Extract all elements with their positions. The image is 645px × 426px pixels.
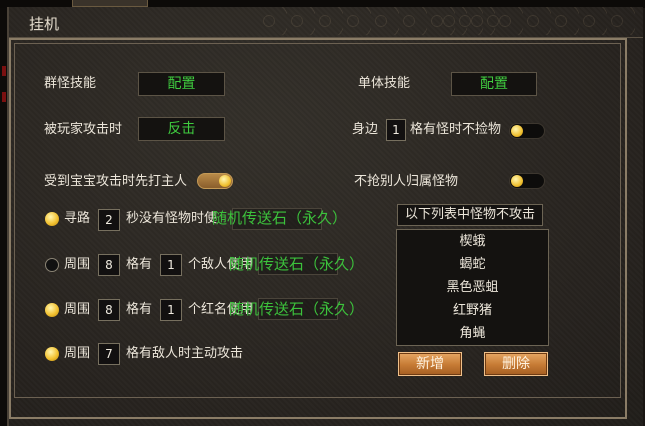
redname-count-input[interactable]: 1 [160, 299, 182, 321]
group-skill-label: 群怪技能 [44, 76, 97, 91]
single-skill-label: 单体技能 [358, 76, 411, 91]
window-title: 挂机 [29, 15, 60, 33]
delete-monster-button[interactable]: 删除 [484, 352, 548, 376]
list-item[interactable]: 角蝇 [397, 326, 548, 342]
list-item[interactable]: 红野猪 [397, 303, 548, 319]
toggle-knob-icon [511, 125, 523, 137]
no-steal-toggle[interactable] [509, 173, 545, 189]
no-pickup-toggle[interactable] [509, 123, 545, 139]
list-item[interactable]: 蝎蛇 [397, 257, 548, 273]
auto-attack-radio[interactable] [45, 347, 59, 361]
auto-attack-prefix: 周围 [64, 346, 91, 361]
enemy-radio[interactable] [45, 258, 59, 272]
redname-item[interactable]: 随机传送石（永久） [229, 300, 364, 318]
auto-attack-text: 格有敌人时主动攻击 [126, 346, 244, 361]
redname-radio[interactable] [45, 303, 59, 317]
no-steal-label: 不抢别人归属怪物 [354, 174, 459, 189]
pathfind-label: 寻路 [64, 211, 91, 226]
enemy-count-input[interactable]: 1 [160, 254, 182, 276]
list-item[interactable]: 楔蛾 [397, 234, 548, 250]
edge-marker [2, 92, 6, 102]
nearby-suffix-label: 格有怪时不捡物 [410, 122, 502, 137]
toggle-knob-icon [219, 175, 231, 187]
enemy-text: 格有 [126, 257, 153, 272]
redname-prefix: 周围 [64, 302, 91, 317]
pathfind-seconds-input[interactable]: 2 [98, 209, 120, 231]
top-tab[interactable] [72, 0, 148, 7]
nearby-distance-input[interactable]: 1 [386, 119, 406, 141]
enemy-item[interactable]: 随机传送石（永久） [229, 255, 364, 273]
toggle-knob-icon [511, 175, 523, 187]
redname-range-input[interactable]: 8 [98, 299, 120, 321]
list-item[interactable]: 黑色恶蛆 [397, 280, 548, 296]
single-skill-config-button[interactable]: 配置 [451, 72, 537, 96]
counter-attack-select[interactable]: 反击 [138, 117, 225, 141]
exclude-monster-list[interactable]: 楔蛾 蝎蛇 黑色恶蛆 红野猪 角蝇 [396, 229, 549, 346]
title-ornament [439, 7, 639, 35]
attacked-by-player-label: 被玩家攻击时 [44, 122, 123, 137]
pathfind-item[interactable]: 随机传送石（永久） [212, 209, 347, 227]
auto-attack-range-input[interactable]: 7 [98, 343, 120, 365]
redname-text: 格有 [126, 302, 153, 317]
title-bar[interactable]: 挂机 [9, 7, 643, 38]
pet-attack-label: 受到宝宝攻击时先打主人 [44, 174, 188, 189]
enemy-prefix: 周围 [64, 257, 91, 272]
edge-marker [2, 66, 6, 76]
enemy-range-input[interactable]: 8 [98, 254, 120, 276]
pathfind-text: 秒没有怪物时使 [126, 211, 218, 226]
exclude-list-header: 以下列表中怪物不攻击 [397, 204, 543, 226]
pet-attack-toggle[interactable] [197, 173, 233, 189]
nearby-prefix-label: 身边 [352, 122, 379, 137]
add-monster-button[interactable]: 新增 [398, 352, 462, 376]
pathfind-radio[interactable] [45, 212, 59, 226]
group-skill-config-button[interactable]: 配置 [138, 72, 225, 96]
